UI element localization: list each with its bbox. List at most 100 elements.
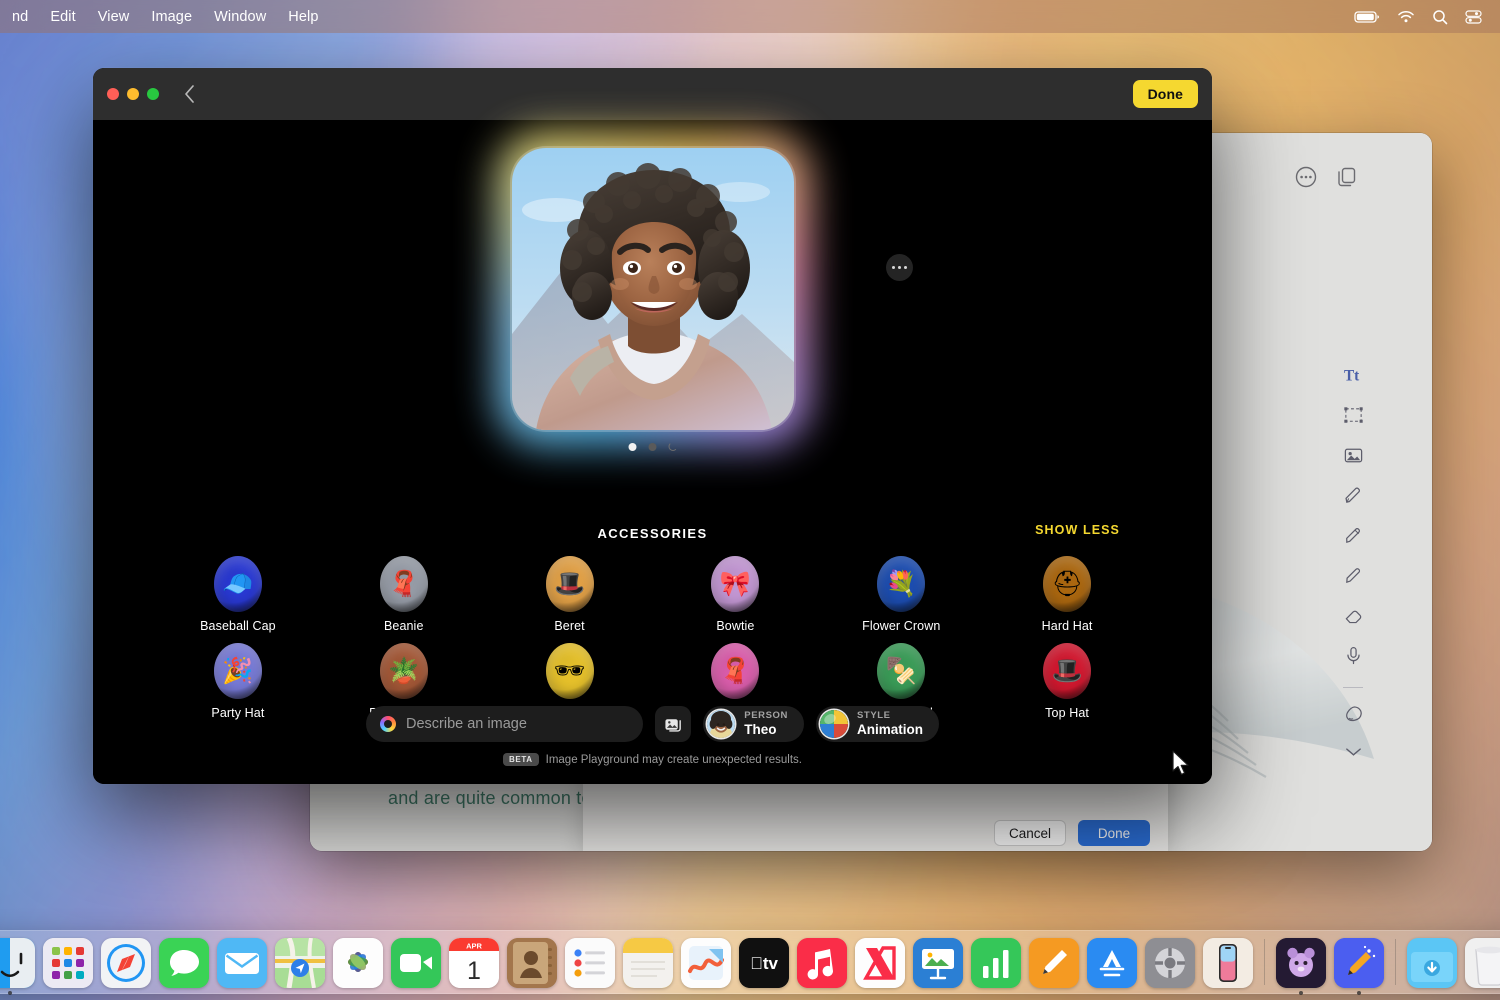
menu-item-view[interactable]: View <box>87 7 141 27</box>
more-options-icon[interactable] <box>1292 163 1319 190</box>
dock-item-system-settings[interactable] <box>1145 938 1195 988</box>
accessory-item[interactable]: 🧢Baseball Cap <box>155 556 321 633</box>
svg-text:1: 1 <box>467 957 481 985</box>
sheet-done-button[interactable]: Done <box>1078 820 1150 846</box>
numbers-icon <box>971 938 1021 988</box>
sheet-cancel-button[interactable]: Cancel <box>994 820 1066 846</box>
dock-item-genmoji-notes[interactable] <box>1334 938 1384 988</box>
dock-item-notes[interactable] <box>623 938 673 988</box>
accessory-icon: 💐 <box>877 556 925 612</box>
freeform-icon <box>681 938 731 988</box>
dock-item-trash[interactable] <box>1465 938 1500 988</box>
accessories-header: ACCESSORIES SHOW LESS <box>141 520 1164 546</box>
dock-item-mail[interactable] <box>217 938 267 988</box>
battery-icon[interactable] <box>1354 10 1380 24</box>
dock-item-appletv[interactable]: tv <box>739 938 789 988</box>
accessory-item[interactable]: 🎩Beret <box>487 556 653 633</box>
dock-item-freeform[interactable] <box>681 938 731 988</box>
apple-intelligence-icon <box>380 716 396 732</box>
collapse-tool-icon[interactable] <box>1343 744 1364 764</box>
appstore-icon <box>1087 938 1137 988</box>
accessory-icon: 🧣 <box>711 643 759 699</box>
accessory-item[interactable]: ⛑Hard Hat <box>984 556 1150 633</box>
pen-tool-icon[interactable] <box>1343 485 1364 511</box>
eraser-tool-icon[interactable] <box>1343 605 1364 631</box>
photo-library-button[interactable] <box>655 706 691 742</box>
svg-text:APR: APR <box>466 942 482 951</box>
accessory-item[interactable]: 🧣Beanie <box>321 556 487 633</box>
keynote-icon <box>913 938 963 988</box>
generated-image-card[interactable] <box>512 148 794 430</box>
dock-item-messages[interactable] <box>159 938 209 988</box>
sticker-tool-icon[interactable] <box>1343 704 1364 730</box>
shape-select-tool-icon[interactable] <box>1343 405 1364 431</box>
beta-disclaimer-text: Image Playground may create unexpected r… <box>546 754 802 766</box>
drawing-toolstrip: Tt <box>1336 365 1370 764</box>
svg-text:tv: tv <box>750 954 778 973</box>
person-chip[interactable]: PERSON Theo <box>703 706 804 742</box>
menu-item-app[interactable]: nd <box>12 7 39 27</box>
minimize-button[interactable] <box>127 88 139 100</box>
dock-item-safari[interactable] <box>101 938 151 988</box>
accessories-section: ACCESSORIES SHOW LESS 🧢Baseball Cap🧣Bean… <box>93 520 1212 720</box>
dock-item-finder[interactable] <box>0 938 35 988</box>
dock-item-appstore[interactable] <box>1087 938 1137 988</box>
accessory-label: Hard Hat <box>1042 619 1093 633</box>
show-less-button[interactable]: SHOW LESS <box>1035 523 1120 537</box>
accessory-item[interactable]: 🎀Bowtie <box>652 556 818 633</box>
page-dot-active[interactable] <box>628 443 636 451</box>
dock-item-keynote[interactable] <box>913 938 963 988</box>
duplicate-icon[interactable] <box>1333 163 1360 190</box>
dock-item-numbers[interactable] <box>971 938 1021 988</box>
dock-item-photos[interactable] <box>333 938 383 988</box>
done-button[interactable]: Done <box>1133 80 1198 108</box>
menu-item-image[interactable]: Image <box>140 7 203 27</box>
menu-item-edit[interactable]: Edit <box>39 7 86 27</box>
accessory-icon: 🎩 <box>1043 643 1091 699</box>
search-icon[interactable] <box>1432 9 1448 25</box>
dock-item-contacts[interactable] <box>507 938 557 988</box>
dock-item-music[interactable] <box>797 938 847 988</box>
dock-item-pages[interactable] <box>1029 938 1079 988</box>
avatar-illustration <box>512 148 794 430</box>
style-chip-text: STYLE Animation <box>857 711 923 737</box>
mail-icon <box>217 938 267 988</box>
accessory-label: Baseball Cap <box>200 619 276 633</box>
mouse-cursor <box>1171 750 1191 778</box>
menu-item-help[interactable]: Help <box>277 7 329 27</box>
dock-item-launchpad[interactable] <box>43 938 93 988</box>
accessory-item[interactable]: 💐Flower Crown <box>818 556 984 633</box>
close-button[interactable] <box>107 88 119 100</box>
microphone-tool-icon[interactable] <box>1343 645 1364 671</box>
pencil-tool-icon[interactable] <box>1343 525 1364 551</box>
text-tool-icon[interactable]: Tt <box>1343 365 1364 391</box>
finder-icon <box>0 938 35 988</box>
style-chip-value: Animation <box>857 723 923 737</box>
dock-item-maps[interactable] <box>275 938 325 988</box>
marker-tool-icon[interactable] <box>1343 565 1364 591</box>
dock-item-facetime[interactable] <box>391 938 441 988</box>
back-chevron-icon[interactable] <box>183 84 197 104</box>
dock-item-news[interactable] <box>855 938 905 988</box>
appletv-icon: tv <box>739 938 789 988</box>
maximize-button[interactable] <box>147 88 159 100</box>
dock-item-reminders[interactable] <box>565 938 615 988</box>
wifi-icon[interactable] <box>1397 10 1415 24</box>
preview-more-options-icon[interactable] <box>886 254 913 281</box>
dock-item-image-playground[interactable] <box>1276 938 1326 988</box>
dock-item-downloads-folder[interactable] <box>1407 938 1457 988</box>
trash-icon <box>1465 938 1500 988</box>
image-tool-icon[interactable] <box>1343 445 1364 471</box>
page-dot-idle[interactable] <box>648 443 656 451</box>
prompt-input[interactable]: Describe an image <box>366 706 643 742</box>
person-chip-value: Theo <box>744 723 788 737</box>
reminders-icon <box>565 938 615 988</box>
calendar-icon: APR 1 <box>449 938 499 988</box>
image-playground-window[interactable]: Done <box>93 68 1212 784</box>
menu-item-window[interactable]: Window <box>203 7 277 27</box>
control-center-icon[interactable] <box>1465 10 1482 24</box>
dock-item-calendar[interactable]: APR 1 <box>449 938 499 988</box>
dock-item-iphone-mirroring[interactable] <box>1203 938 1253 988</box>
launchpad-icon <box>43 938 93 988</box>
style-chip[interactable]: STYLE Animation <box>816 706 939 742</box>
